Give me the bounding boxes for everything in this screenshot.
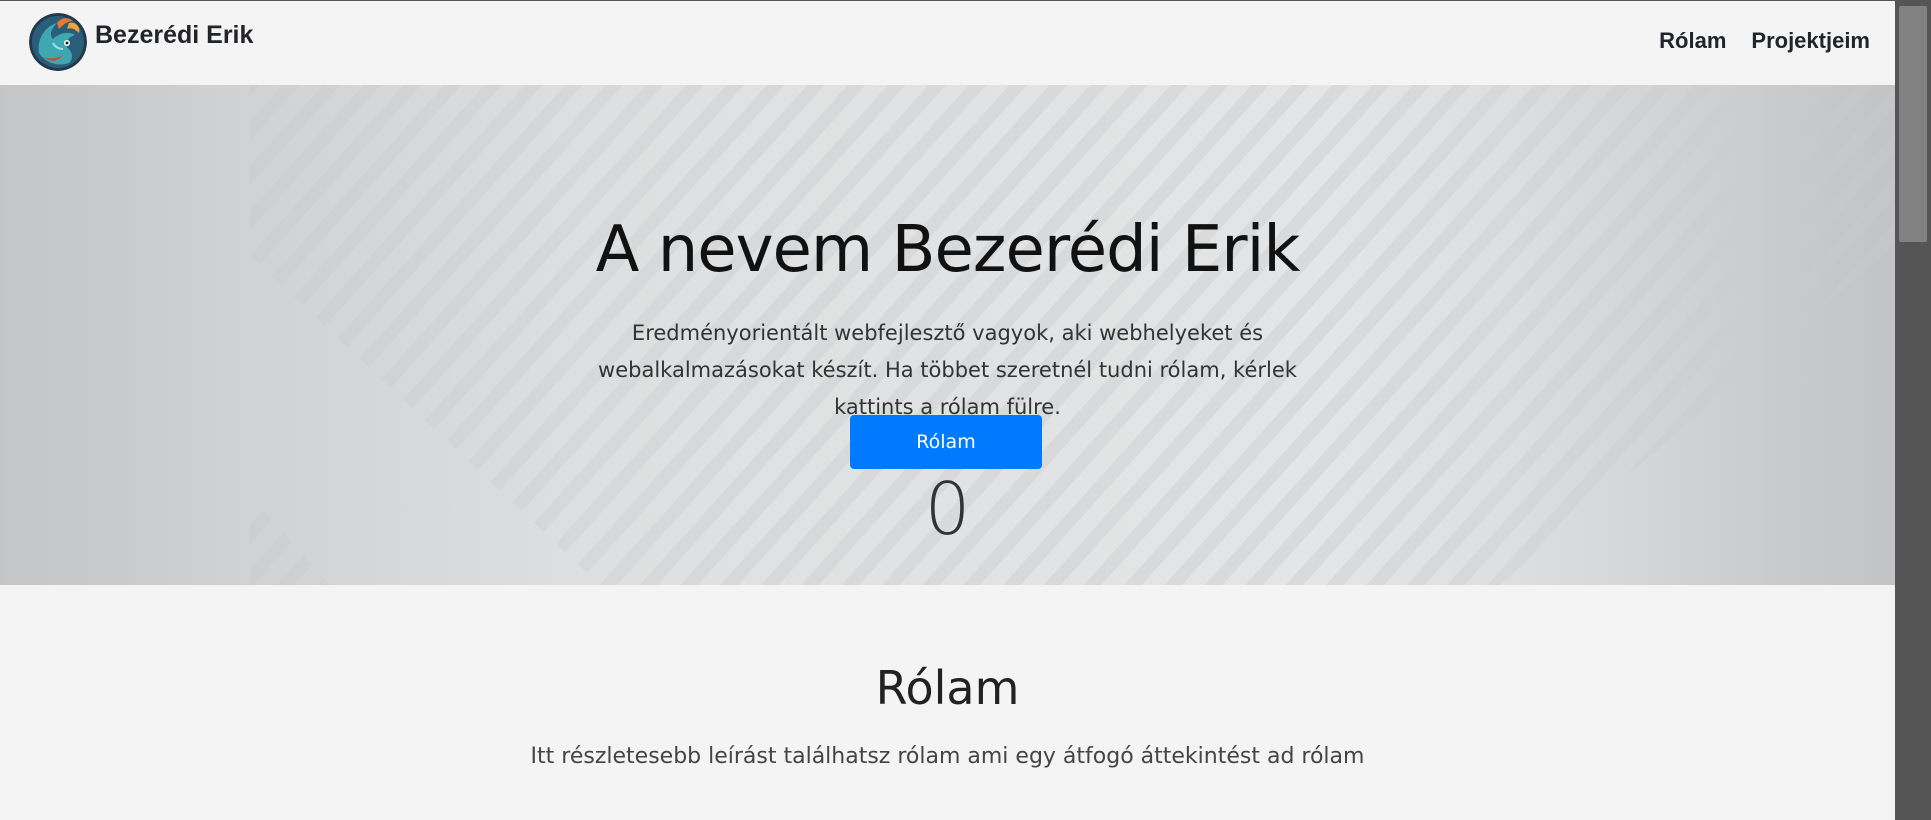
about-description: Itt részletesebb leírást találhatsz róla… (530, 744, 1365, 769)
brand-link[interactable]: Bezerédi Erik (29, 13, 253, 71)
dragon-logo-icon (29, 13, 87, 71)
hero-title: A nevem Bezerédi Erik (595, 213, 1301, 287)
about-me-button[interactable]: Rólam (850, 415, 1042, 469)
brand-name: Bezerédi Erik (95, 21, 254, 49)
counter-value: 0 (924, 467, 971, 551)
navbar: Bezerédi Erik Rólam Projektjeim (0, 1, 1895, 85)
about-title: Rólam (875, 661, 1020, 715)
page: Bezerédi Erik Rólam Projektjeim A nevem … (0, 0, 1895, 820)
hero-description: Eredményorientált webfejlesztő vagyok, a… (598, 321, 1297, 419)
vertical-scrollbar[interactable] (1895, 0, 1931, 820)
scrollbar-thumb[interactable] (1899, 6, 1927, 242)
nav-item-projektjeim[interactable]: Projektjeim (1751, 28, 1870, 54)
nav-item-rolam[interactable]: Rólam (1659, 28, 1726, 54)
nav-links: Rólam Projektjeim (1659, 28, 1870, 54)
hero-section: A nevem Bezerédi Erik Eredményorientált … (0, 85, 1895, 585)
hero-content: A nevem Bezerédi Erik Eredményorientált … (0, 85, 1895, 585)
